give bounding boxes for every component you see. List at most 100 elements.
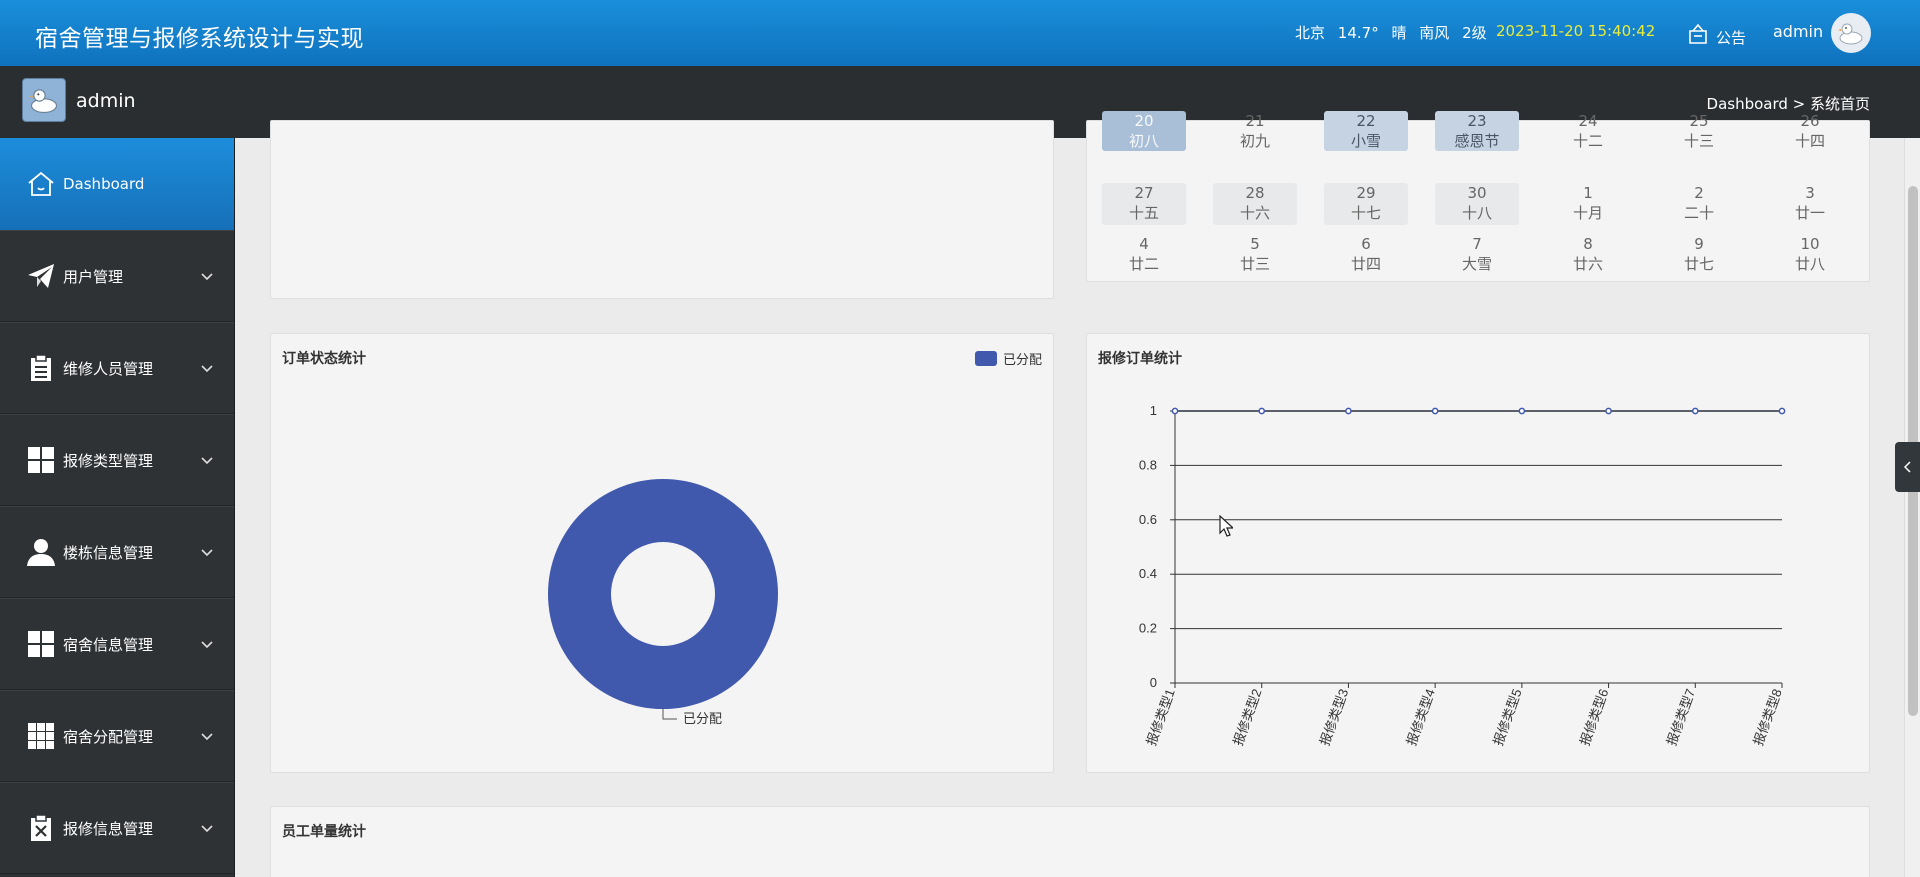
calendar-day[interactable]: 28 十六 xyxy=(1213,183,1297,225)
calendar-day[interactable]: 9 廿七 xyxy=(1657,234,1741,276)
calendar-day[interactable]: 21 初九 xyxy=(1213,111,1297,151)
paper-plane-icon xyxy=(26,261,56,291)
sidebar-item-dashboard[interactable]: Dashboard xyxy=(0,138,235,230)
data-point xyxy=(1778,407,1786,415)
sidebar-item-buildings[interactable]: 楼栋信息管理 xyxy=(0,506,235,598)
calendar-day[interactable]: 25 十三 xyxy=(1657,111,1741,151)
chevron-down-icon xyxy=(201,641,213,649)
side-collapse-tab[interactable] xyxy=(1895,442,1920,492)
calendar-day-lunar: 十四 xyxy=(1794,132,1825,150)
calendar-day-number: 24 xyxy=(1578,112,1598,130)
grid-9-icon xyxy=(26,721,56,751)
sidebar-item-label: 宿舍分配管理 xyxy=(63,727,154,746)
calendar-day[interactable]: 30 十八 xyxy=(1435,183,1519,225)
calendar-day[interactable]: 23 感恩节 xyxy=(1435,111,1519,151)
calendar-day[interactable]: 27 十五 xyxy=(1102,183,1186,225)
chevron-down-icon xyxy=(201,825,213,833)
calendar-day-lunar: 廿二 xyxy=(1128,255,1159,273)
slice-label: 已分配 xyxy=(683,711,722,726)
calendar-day-number: 6 xyxy=(1361,235,1371,253)
sidebar-item-repair-types[interactable]: 报修类型管理 xyxy=(0,414,235,506)
x-tick-label: 报修类型6 xyxy=(1577,687,1611,748)
y-tick-label: 1 xyxy=(1150,403,1157,418)
sidebar-item-allocation[interactable]: 宿舍分配管理 xyxy=(0,690,235,782)
weather-city: 北京 xyxy=(1295,24,1326,42)
logo xyxy=(22,78,66,122)
y-tick-label: 0.6 xyxy=(1139,512,1157,527)
top-header: 宿舍管理与报修系统设计与实现 北京 14.7° 晴 南风 2级 2023-11-… xyxy=(0,0,1920,66)
calendar-day[interactable]: 4 廿二 xyxy=(1102,234,1186,276)
weather-widget: 北京 14.7° 晴 南风 2级 xyxy=(1295,22,1495,43)
calendar-day-number: 5 xyxy=(1250,235,1260,253)
sidebar-item-label: 报修信息管理 xyxy=(63,819,154,838)
weather-wind: 南风 xyxy=(1419,24,1450,42)
weather-temp: 14.7° xyxy=(1337,24,1379,42)
calendar-day[interactable]: 7 大雪 xyxy=(1435,234,1519,276)
calendar-day-lunar: 初八 xyxy=(1128,132,1159,150)
sidebar-item-label: 楼栋信息管理 xyxy=(63,543,154,562)
calendar-day[interactable]: 3 廿一 xyxy=(1768,183,1852,225)
donut-chart: 已分配 xyxy=(548,478,778,726)
calendar-day[interactable]: 22 小雪 xyxy=(1324,111,1408,151)
calendar-day-lunar: 廿四 xyxy=(1350,255,1381,273)
person-icon xyxy=(26,537,56,567)
calendar-day[interactable]: 29 十七 xyxy=(1324,183,1408,225)
duck-icon xyxy=(1838,23,1863,45)
chevron-down-icon xyxy=(201,733,213,741)
calendar-day-lunar: 小雪 xyxy=(1350,132,1381,150)
calendar-day[interactable]: 1 十月 xyxy=(1546,183,1630,225)
sidebar-item-label: Dashboard xyxy=(63,175,145,193)
calendar-day-lunar: 十二 xyxy=(1572,132,1603,150)
calendar-day-lunar: 廿六 xyxy=(1572,255,1603,273)
y-tick-label: 0.2 xyxy=(1139,621,1157,636)
notice-button[interactable]: 公告 xyxy=(1686,19,1746,48)
datetime-clock: 2023-11-20 15:40:42 xyxy=(1496,22,1656,40)
info-panel xyxy=(270,120,1054,299)
calendar-day[interactable]: 8 廿六 xyxy=(1546,234,1630,276)
calendar-day-number: 2 xyxy=(1694,184,1704,202)
calendar-day-number: 10 xyxy=(1800,235,1820,253)
sidebar-item-label: 维修人员管理 xyxy=(63,359,154,378)
clipboard-x-icon xyxy=(26,813,56,843)
mouse-cursor-icon xyxy=(1219,515,1233,537)
calendar-day[interactable]: 10 廿八 xyxy=(1768,234,1852,276)
chevron-down-icon xyxy=(201,365,213,373)
header-username[interactable]: admin xyxy=(1773,22,1823,41)
order-status-panel: 订单状态统计 已分配 已分配 xyxy=(270,333,1054,773)
calendar-day-number: 22 xyxy=(1356,112,1376,130)
calendar-day[interactable]: 24 十二 xyxy=(1546,111,1630,151)
weather-condition: 晴 xyxy=(1391,24,1407,42)
y-tick-label: 0 xyxy=(1150,675,1157,690)
x-tick-label: 报修类型5 xyxy=(1490,687,1524,748)
calendar-day[interactable]: 5 廿三 xyxy=(1213,234,1297,276)
slice-label-line xyxy=(662,709,677,720)
notice-icon xyxy=(1689,23,1707,44)
calendar-day-number: 9 xyxy=(1694,235,1704,253)
x-tick-label: 报修类型8 xyxy=(1750,687,1784,748)
calendar-day-lunar: 十八 xyxy=(1461,204,1492,222)
calendar-day[interactable]: 20 初八 xyxy=(1102,111,1186,151)
sidebar-item-users[interactable]: 用户管理 xyxy=(0,230,235,322)
data-point xyxy=(1171,407,1179,415)
page-scrollbar[interactable] xyxy=(1904,138,1920,877)
y-tick-label: 0.8 xyxy=(1139,457,1157,472)
calendar-day-lunar: 廿八 xyxy=(1794,255,1825,273)
data-point xyxy=(1431,407,1439,415)
data-point xyxy=(1605,407,1612,415)
calendar-day[interactable]: 2 二十 xyxy=(1657,183,1741,225)
sidebar-item-label: 宿舍信息管理 xyxy=(63,635,154,654)
x-tick-label: 报修类型2 xyxy=(1230,687,1264,748)
calendar-day-lunar: 廿一 xyxy=(1794,204,1825,222)
calendar-day-number: 20 xyxy=(1134,112,1154,130)
sidebar-item-dorms[interactable]: 宿舍信息管理 xyxy=(0,598,235,690)
calendar-day-lunar: 十月 xyxy=(1572,204,1603,222)
avatar[interactable] xyxy=(1831,13,1871,53)
calendar-day[interactable]: 26 十四 xyxy=(1768,111,1852,151)
calendar-panel: 20 初八 21 初九 22 小雪 23 感恩节 24 十二 25 十三 26 十四 27 十五 28 十六 29 十… xyxy=(1086,111,1870,282)
calendar-day[interactable]: 6 廿四 xyxy=(1324,234,1408,276)
calendar-day-number: 7 xyxy=(1472,235,1482,253)
grid-icon xyxy=(26,629,56,659)
sidebar-item-repairs[interactable]: 报修信息管理 xyxy=(0,782,235,874)
app-title: 宿舍管理与报修系统设计与实现 xyxy=(35,26,364,52)
sidebar-item-repairmen[interactable]: 维修人员管理 xyxy=(0,322,235,414)
